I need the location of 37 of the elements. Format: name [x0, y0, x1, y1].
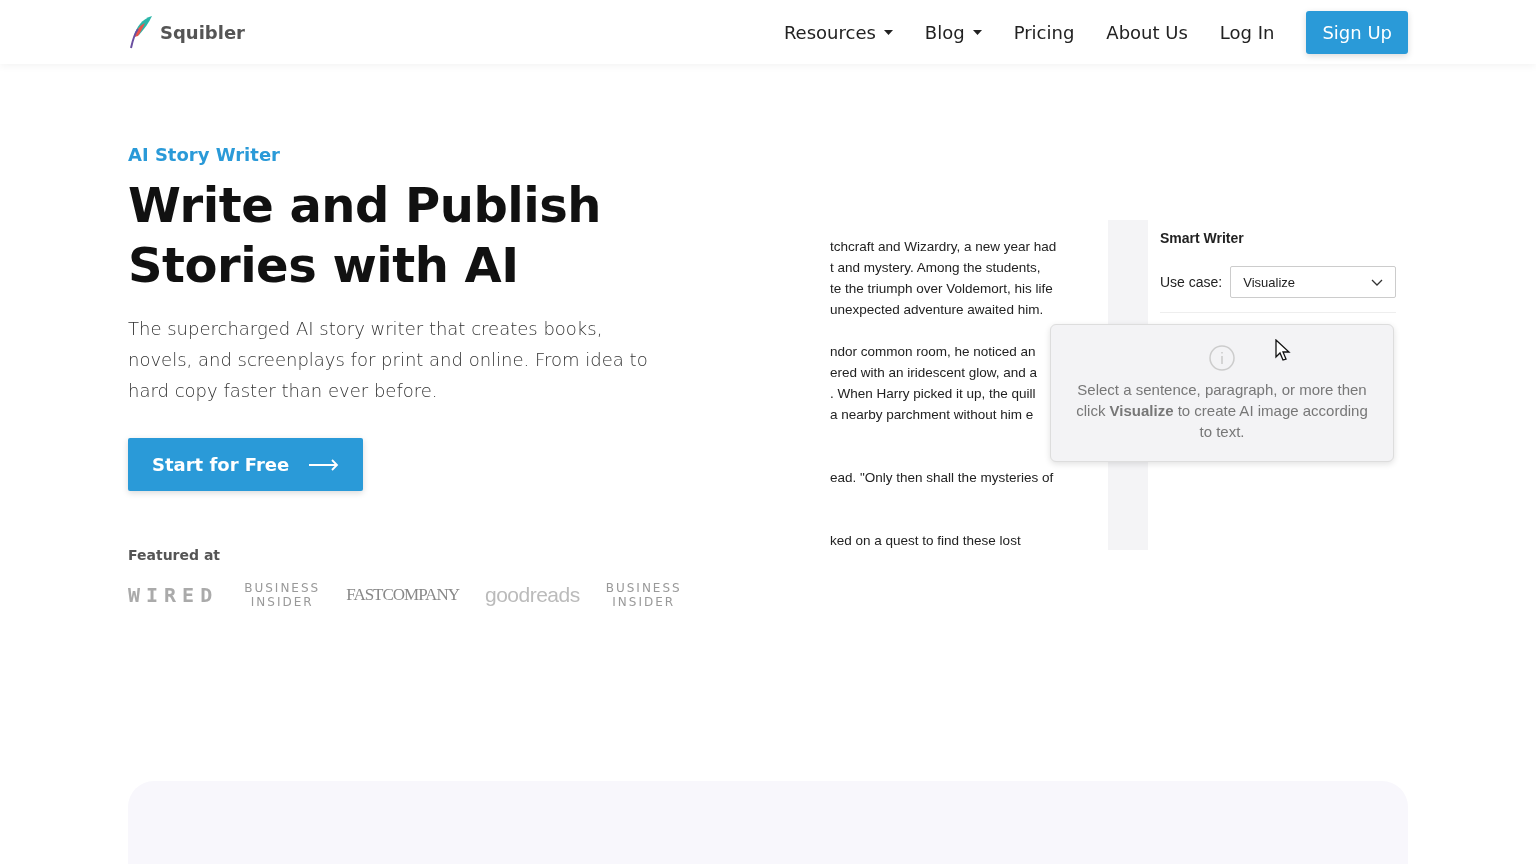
nav-link[interactable]: Pricing: [1013, 21, 1075, 43]
feather-icon: [128, 15, 154, 49]
document-text: unexpected adventure awaited him.: [830, 301, 1044, 319]
featured-label: Featured at: [128, 547, 222, 563]
eyebrow-text: AI Story Writer: [128, 144, 281, 165]
document-text: ked on a quest to find these lost: [830, 532, 1021, 550]
use-case-select[interactable]: Visualize: [1230, 266, 1396, 298]
info-icon: [1209, 345, 1235, 371]
tooltip-text: Select a sentence, paragraph, or more then click Visualize to create AI image according to text.: [1075, 380, 1369, 442]
document-text: te the triumph over Voldemort, his life: [830, 280, 1053, 298]
chevron-icon: [1371, 278, 1383, 286]
hero-title: Write and Publish: [128, 176, 602, 235]
nav-link[interactable]: Log In: [1219, 21, 1275, 43]
arrow-icon: [309, 458, 340, 471]
press-logo: FASTCOMPANY: [346, 585, 459, 605]
field-label: Use case:: [1160, 274, 1223, 290]
nav-link[interactable]: About Us: [1106, 21, 1188, 43]
press-logo: goodreads: [484, 583, 580, 607]
press-logo: BUSINESS INSIDER: [244, 581, 321, 609]
document-text: ndor common room, he noticed an: [830, 343, 1036, 361]
press-logo: WIRED: [128, 583, 219, 607]
document-text: a nearby parchment without him e: [830, 406, 1034, 424]
document-text: tchcraft and Wizardry, a new year had: [830, 238, 1057, 256]
hero-title: Stories with AI: [128, 236, 520, 295]
document-text: t and mystery. Among the students,: [830, 259, 1041, 277]
document-text: ead. "Only then shall the mysteries of: [830, 469, 1054, 487]
press-logo: BUSINESS INSIDER: [605, 581, 682, 609]
panel-title: Smart Writer: [1160, 230, 1245, 246]
caret-icon: [883, 29, 893, 35]
nav-link[interactable]: Resources: [783, 21, 893, 43]
document-text: ered with an iridescent glow, and a: [830, 364, 1038, 382]
nav-link[interactable]: Blog: [924, 21, 982, 43]
document-text: . When Harry picked it up, the quill: [830, 385, 1036, 403]
hero-description: The supercharged AI story writer that creates books, novels, and screenplays for print and online. From idea to hard copy faster than ever before.: [128, 317, 649, 403]
logo-text[interactable]: Squibler: [160, 21, 245, 43]
caret-icon: [972, 29, 982, 35]
cursor-icon: [1275, 339, 1291, 361]
